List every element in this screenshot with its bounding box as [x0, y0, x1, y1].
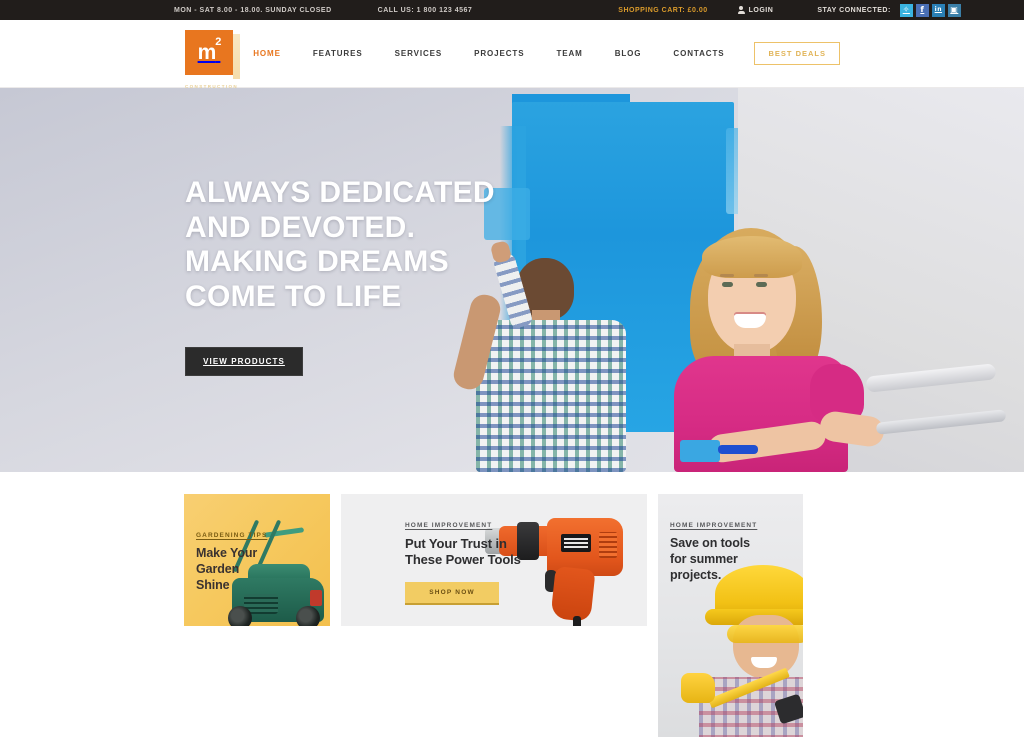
nav-item-services[interactable]: SERVICES	[379, 49, 459, 58]
top-utility-bar: MON - SAT 8.00 - 18.00. SUNDAY CLOSED CA…	[0, 0, 1024, 20]
promo-row-top: GARDENING TIPS Make Your Garden Shine HO…	[184, 494, 824, 737]
social-links: ✧ f in ▣	[899, 3, 961, 17]
view-products-button[interactable]: VIEW PRODUCTS	[185, 347, 303, 376]
promo-kicker-power-tools: HOME IMPROVEMENT	[405, 522, 493, 529]
nav-item-blog[interactable]: BLOG	[599, 49, 658, 58]
promo-title-summer: Save on tools for summer projects.	[670, 536, 750, 582]
hero-headline-line-3: MAKING DREAMS	[185, 245, 449, 278]
login-label: LOGIN	[748, 6, 774, 14]
nav-item-features[interactable]: FEATURES	[297, 49, 379, 58]
hero-banner: ALWAYS DEDICATED AND DEVOTED. MAKING DRE…	[0, 88, 1024, 472]
promo-card-gardening[interactable]: GARDENING TIPS Make Your Garden Shine	[184, 494, 330, 626]
promo-title-power-tools: Put Your Trust in These Power Tools	[405, 536, 521, 568]
site-logo[interactable]: m2 CONSTRUCTION	[185, 30, 241, 93]
site-header: m2 CONSTRUCTION HOME FEATURES SERVICES P…	[0, 20, 1024, 89]
twitter-icon[interactable]: ✧	[899, 3, 913, 17]
nav-item-team[interactable]: TEAM	[540, 49, 598, 58]
promo-kicker-summer: HOME IMPROVEMENT	[670, 522, 758, 529]
promo-title-gardening: Make Your Garden Shine	[196, 546, 258, 592]
user-icon	[737, 6, 745, 14]
shop-now-button-power-tools[interactable]: SHOP NOW	[405, 581, 499, 605]
logo-superscript: 2	[215, 35, 221, 48]
stay-connected-label: STAY CONNECTED:	[817, 6, 891, 14]
worker-woman-image	[681, 565, 803, 737]
instagram-icon[interactable]: ▣	[947, 3, 961, 17]
linkedin-icon[interactable]: in	[931, 3, 945, 17]
promo-card-power-tools[interactable]: HOME IMPROVEMENT Put Your Trust in These…	[341, 494, 647, 626]
facebook-icon[interactable]: f	[915, 3, 929, 17]
hero-headline-line-1: ALWAYS DEDICATED	[185, 176, 495, 209]
best-deals-button[interactable]: BEST DEALS	[754, 42, 840, 65]
hero-headline-line-2: AND DEVOTED.	[185, 210, 416, 244]
main-navigation: HOME FEATURES SERVICES PROJECTS TEAM BLO…	[237, 20, 840, 87]
login-link[interactable]: LOGIN	[737, 6, 774, 14]
shopping-cart-link[interactable]: SHOPPING CART: £0.00	[618, 7, 707, 14]
hero-headline: ALWAYS DEDICATED AND DEVOTED. MAKING DRE…	[185, 176, 495, 314]
promo-card-summer-projects[interactable]: HOME IMPROVEMENT Save on tools for summe…	[658, 494, 803, 737]
promo-kicker-gardening: GARDENING TIPS	[196, 532, 268, 539]
nav-item-home[interactable]: HOME	[237, 49, 297, 58]
nav-item-projects[interactable]: PROJECTS	[458, 49, 540, 58]
hero-headline-line-4: COME TO LIFE	[185, 279, 402, 313]
logo-mark: m2	[185, 30, 240, 79]
logo-letter: m	[197, 41, 217, 64]
nav-item-contacts[interactable]: CONTACTS	[657, 49, 740, 58]
business-hours: MON - SAT 8.00 - 18.00. SUNDAY CLOSED	[174, 6, 332, 14]
promo-grid: GARDENING TIPS Make Your Garden Shine HO…	[184, 472, 824, 745]
phone-number: CALL US: 1 800 123 4567	[377, 6, 473, 14]
